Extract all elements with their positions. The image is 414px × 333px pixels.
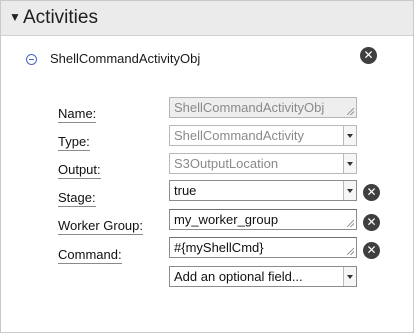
add-optional-field-select[interactable]: Add an optional field... [169,266,357,287]
command-label: Command: [58,247,122,264]
stage-label: Stage: [58,190,96,207]
output-label: Output: [58,162,101,179]
name-field: ShellCommandActivityObj [169,97,357,118]
worker-group-label: Worker Group: [58,218,144,235]
resize-grip-icon[interactable] [347,220,354,227]
object-name: ShellCommandActivityObj [50,51,201,66]
worker-group-input[interactable]: my_worker_group [169,209,357,230]
remove-object-close-icon[interactable]: ✕ [360,47,377,64]
name-value: ShellCommandActivityObj [174,100,325,115]
type-label: Type: [58,134,90,151]
remove-stage-close-icon[interactable]: ✕ [363,184,380,201]
output-select: S3OutputLocation [169,153,357,174]
remove-worker-group-close-icon[interactable]: ✕ [363,214,380,231]
chevron-down-icon [343,126,356,145]
stage-select[interactable]: true [169,180,357,201]
output-value: S3OutputLocation [174,156,279,171]
add-optional-field-placeholder: Add an optional field... [174,269,303,284]
chevron-down-icon[interactable] [343,181,356,200]
collapse-icon[interactable] [26,54,37,65]
type-value: ShellCommandActivity [174,128,305,143]
activities-panel: ▼ Activities ShellCommandActivityObj ✕ N… [0,0,414,333]
resize-grip-icon [347,108,354,115]
command-value: #{myShellCmd} [174,240,264,255]
type-select: ShellCommandActivity [169,125,357,146]
chevron-down-icon [343,154,356,173]
remove-command-close-icon[interactable]: ✕ [363,242,380,259]
stage-value: true [174,183,197,198]
chevron-down-icon[interactable] [343,267,356,286]
resize-grip-icon[interactable] [347,248,354,255]
triangle-down-icon[interactable]: ▼ [9,10,21,24]
command-input[interactable]: #{myShellCmd} [169,237,357,258]
worker-group-value: my_worker_group [174,212,279,227]
panel-title: Activities [23,7,98,28]
name-label: Name: [58,106,97,123]
panel-header[interactable]: ▼ Activities [1,1,413,36]
